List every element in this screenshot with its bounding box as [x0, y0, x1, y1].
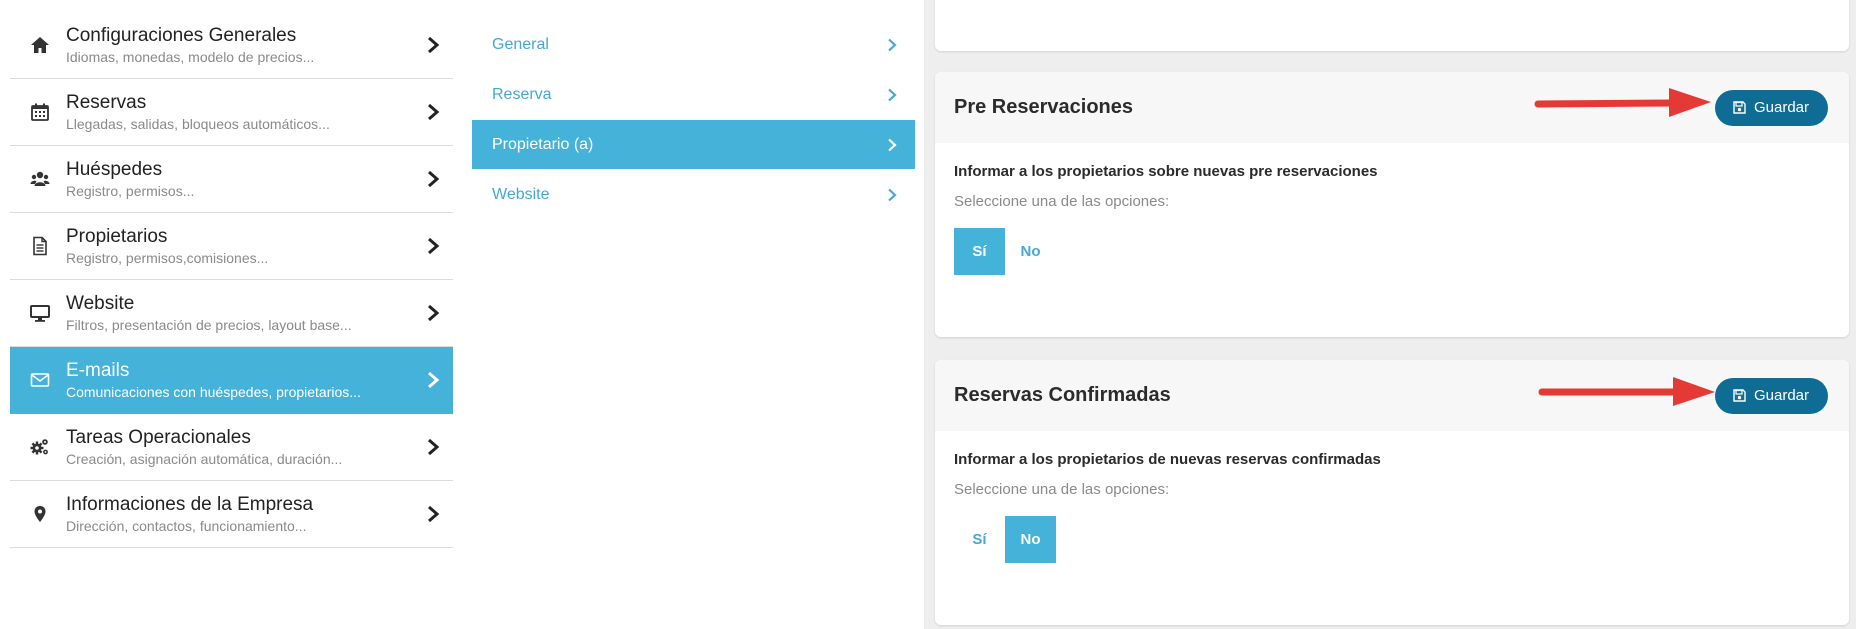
option-no[interactable]: No — [1005, 516, 1056, 563]
chevron-right-icon — [413, 237, 453, 255]
menu-item-title: Configuraciones Generales — [66, 24, 297, 46]
menu-item-subtitle: Idiomas, monedas, modelo de precios... — [66, 48, 315, 65]
section-title: Reservas Confirmadas — [954, 384, 1171, 406]
settings-menu: Configuraciones Generales Idiomas, moned… — [10, 12, 453, 548]
chevron-right-icon — [413, 103, 453, 121]
menu-item-title: Huéspedes — [66, 158, 163, 180]
save-button[interactable]: Guardar — [1714, 89, 1828, 126]
menu-item-website[interactable]: Website Filtros, presentación de precios… — [10, 280, 453, 347]
previous-section-card — [935, 0, 1849, 51]
hint-text: Seleccione una de las opciones: — [954, 481, 1170, 498]
menu-item-title: Reservas — [66, 91, 147, 113]
submenu-item-propietario[interactable]: Propietario (a) — [472, 120, 915, 169]
monitor-icon — [10, 303, 66, 323]
menu-item-title: E-mails — [66, 359, 130, 381]
save-button-label: Guardar — [1753, 99, 1809, 116]
menu-item-title: Website — [66, 292, 135, 314]
menu-item-title: Propietarios — [66, 225, 168, 247]
chevron-right-icon — [413, 170, 453, 188]
submenu-item-label: General — [492, 35, 549, 53]
users-icon — [10, 169, 66, 189]
question-text: Informar a los propietarios de nuevas re… — [954, 451, 1381, 468]
gears-icon — [10, 437, 66, 457]
chevron-right-icon — [888, 88, 897, 101]
calendar-icon — [10, 102, 66, 122]
chevron-right-icon — [413, 371, 453, 389]
submenu-item-reserva[interactable]: Reserva — [472, 70, 915, 119]
document-icon — [10, 236, 66, 256]
yes-no-toggle: Sí No — [954, 516, 1830, 563]
menu-item-subtitle: Registro, permisos,comisiones... — [66, 249, 269, 266]
option-yes[interactable]: Sí — [954, 516, 1005, 563]
floppy-disk-icon — [1733, 101, 1746, 114]
menu-item-title: Informaciones de la Empresa — [66, 493, 314, 515]
menu-item-subtitle: Comunicaciones con huéspedes, propietari… — [66, 383, 361, 400]
chevron-right-icon — [888, 38, 897, 51]
hint-text: Seleccione una de las opciones: — [954, 193, 1170, 210]
envelope-icon — [10, 370, 66, 390]
menu-item-informaciones-de-la-empresa[interactable]: Informaciones de la Empresa Dirección, c… — [10, 481, 453, 548]
section-title: Pre Reservaciones — [954, 96, 1134, 118]
chevron-right-icon — [888, 138, 897, 151]
chevron-right-icon — [413, 505, 453, 523]
save-button-label: Guardar — [1753, 387, 1809, 404]
chevron-right-icon — [413, 36, 453, 54]
option-no[interactable]: No — [1005, 228, 1056, 275]
chevron-right-icon — [888, 188, 897, 201]
save-button[interactable]: Guardar — [1714, 377, 1828, 414]
chevron-right-icon — [413, 304, 453, 322]
menu-item-subtitle: Dirección, contactos, funcionamiento... — [66, 517, 307, 534]
home-icon — [10, 35, 66, 55]
floppy-disk-icon — [1733, 389, 1746, 402]
menu-item-propietarios[interactable]: Propietarios Registro, permisos,comision… — [10, 213, 453, 280]
yes-no-toggle: Sí No — [954, 228, 1830, 275]
option-yes[interactable]: Sí — [954, 228, 1005, 275]
question-text: Informar a los propietarios sobre nuevas… — [954, 163, 1378, 180]
chevron-right-icon — [413, 438, 453, 456]
email-submenu: General Reserva Propietario (a) Website — [472, 20, 915, 220]
menu-item-title: Tareas Operacionales — [66, 426, 251, 448]
menu-item-tareas-operacionales[interactable]: Tareas Operacionales Creación, asignació… — [10, 414, 453, 481]
map-pin-icon — [10, 504, 66, 524]
annotation-arrow-icon — [1538, 377, 1715, 406]
menu-item-e-mails[interactable]: E-mails Comunicaciones con huéspedes, pr… — [10, 347, 453, 414]
menu-item-subtitle: Creación, asignación automática, duració… — [66, 450, 343, 467]
submenu-item-label: Website — [492, 185, 550, 203]
menu-item-subtitle: Filtros, presentación de precios, layout… — [66, 316, 352, 333]
menu-item-reservas[interactable]: Reservas Llegadas, salidas, bloqueos aut… — [10, 79, 453, 146]
submenu-item-general[interactable]: General — [472, 20, 915, 69]
menu-item-subtitle: Registro, permisos... — [66, 182, 195, 199]
menu-item-configuraciones-generales[interactable]: Configuraciones Generales Idiomas, moned… — [10, 12, 453, 79]
submenu-item-label: Propietario (a) — [492, 135, 594, 153]
submenu-item-website[interactable]: Website — [472, 170, 915, 219]
menu-item-subtitle: Llegadas, salidas, bloqueos automáticos.… — [66, 115, 330, 132]
menu-item-huespedes[interactable]: Huéspedes Registro, permisos... — [10, 146, 453, 213]
submenu-item-label: Reserva — [492, 85, 552, 103]
annotation-arrow-icon — [1534, 88, 1711, 117]
